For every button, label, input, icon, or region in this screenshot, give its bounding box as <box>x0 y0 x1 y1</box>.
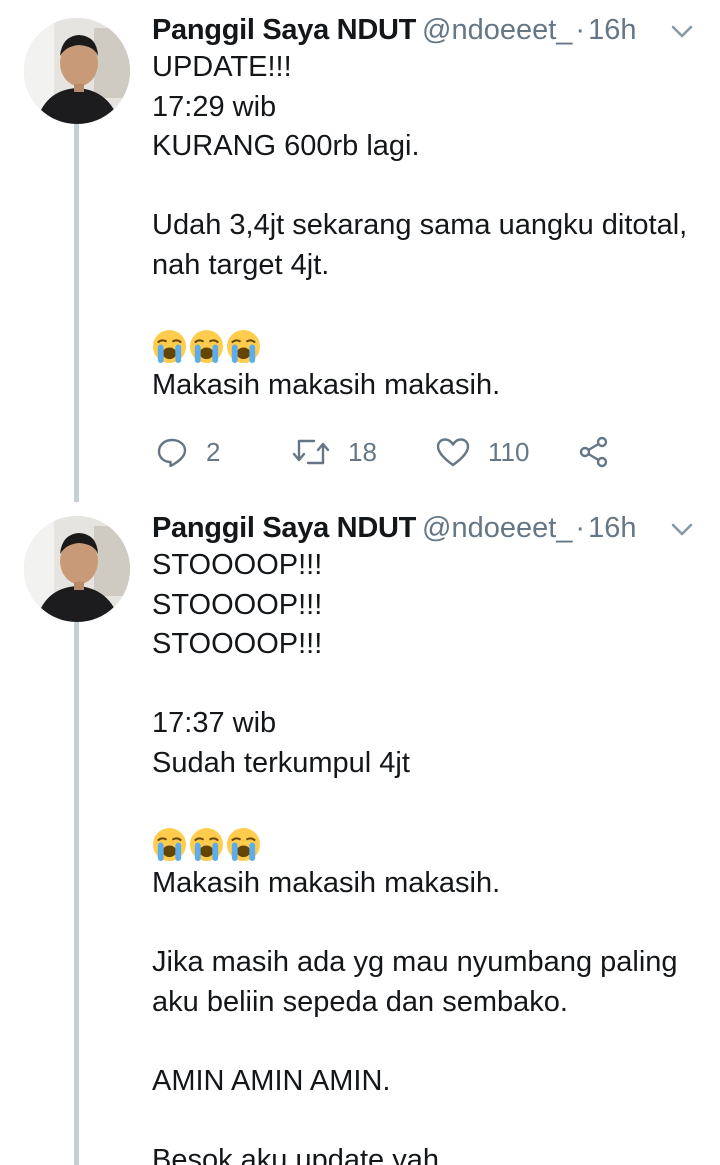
tweet-paragraph: Besok aku update yah. <box>152 1143 448 1165</box>
loudly-crying-face-icon <box>189 329 224 363</box>
tweet-text: UPDATE!!! 17:29 wib KURANG 600rb lagi. U… <box>152 48 712 406</box>
separator-dot: · <box>575 512 586 544</box>
display-name[interactable]: Panggil Saya NDUT <box>152 512 416 544</box>
retweet-count: 18 <box>348 436 377 467</box>
reply-button[interactable]: 2 <box>156 436 220 468</box>
timestamp[interactable]: 16h <box>588 512 636 544</box>
chevron-down-icon[interactable] <box>670 24 694 40</box>
share-icon <box>579 436 608 468</box>
tweet-paragraph: Jika masih ada yg mau nyumbang paling ak… <box>152 946 678 1018</box>
tweet-paragraph: 17:37 wib Sudah terkumpul 4jt <box>152 707 410 779</box>
chevron-down-icon[interactable] <box>670 522 694 538</box>
emoji-row <box>152 327 712 367</box>
tweet[interactable]: Panggil Saya NDUT @ndoeeet_ · 16h STOOOOP!!… <box>0 498 720 1165</box>
tweet-paragraph: Udah 3,4jt sekarang sama uangku ditotal,… <box>152 209 688 281</box>
tweet-paragraph: STOOOOP!!! STOOOOP!!! STOOOOP!!! <box>152 549 323 660</box>
tweet-text: STOOOOP!!! STOOOOP!!! STOOOOP!!! 17:37 w… <box>152 546 712 1165</box>
timestamp[interactable]: 16h <box>588 14 636 46</box>
separator-dot: · <box>575 14 586 46</box>
loudly-crying-face-icon <box>226 827 261 861</box>
tweet-paragraph: UPDATE!!! 17:29 wib KURANG 600rb lagi. <box>152 51 420 162</box>
display-name[interactable]: Panggil Saya NDUT <box>152 14 416 46</box>
loudly-crying-face-icon <box>226 329 261 363</box>
tweet-paragraph: Makasih makasih makasih. <box>152 369 501 401</box>
tweet[interactable]: Panggil Saya NDUT @ndoeeet_ · 16h UPDATE!!!… <box>0 0 720 500</box>
user-handle[interactable]: @ndoeeet_ <box>422 512 572 544</box>
heart-icon <box>436 438 470 467</box>
emoji-row <box>152 825 712 865</box>
tweet-paragraph: Makasih makasih makasih. <box>152 867 501 899</box>
tweet-header: Panggil Saya NDUT @ndoeeet_ · 16h <box>152 12 712 48</box>
reply-count: 2 <box>206 436 221 467</box>
avatar[interactable] <box>24 18 130 124</box>
loudly-crying-face-icon <box>152 329 187 363</box>
tweet-paragraph: AMIN AMIN AMIN. <box>152 1064 391 1097</box>
share-button[interactable] <box>578 436 610 468</box>
tweet-header: Panggil Saya NDUT @ndoeeet_ · 16h <box>152 510 712 546</box>
like-button[interactable]: 110 <box>436 437 529 468</box>
retweet-button[interactable]: 18 <box>292 437 377 468</box>
user-handle[interactable]: @ndoeeet_ <box>422 14 572 46</box>
like-count: 110 <box>488 436 530 467</box>
tweet-actions: 2 18 110 <box>152 428 652 476</box>
avatar[interactable] <box>24 516 130 622</box>
loudly-crying-face-icon <box>189 827 224 861</box>
loudly-crying-face-icon <box>152 827 187 861</box>
retweet-icon <box>292 439 330 465</box>
reply-icon <box>157 438 187 468</box>
